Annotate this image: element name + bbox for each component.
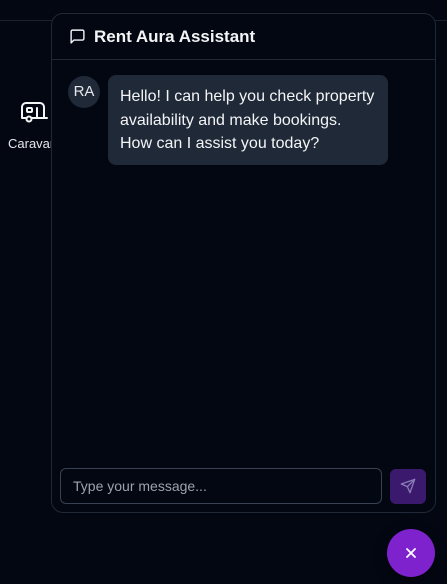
message-square-icon [70, 29, 85, 44]
chat-title: Rent Aura Assistant [94, 27, 256, 46]
close-icon [406, 548, 416, 558]
message-input-row [60, 468, 428, 504]
chat-header: Rent Aura Assistant [52, 14, 435, 60]
assistant-message-bubble: Hello! I can help you check property ava… [108, 75, 388, 165]
chat-panel: Rent Aura Assistant RA Hello! I can help… [51, 13, 436, 513]
category-label: Caravan [8, 136, 58, 151]
send-icon [400, 478, 416, 494]
caravan-icon [21, 102, 48, 123]
assistant-avatar: RA [68, 76, 100, 108]
close-chat-button[interactable] [387, 529, 435, 577]
send-button[interactable] [390, 469, 426, 504]
message-input[interactable] [60, 468, 382, 504]
page: Caravan Rent Aura Assistant RA Hello! I … [0, 0, 447, 584]
